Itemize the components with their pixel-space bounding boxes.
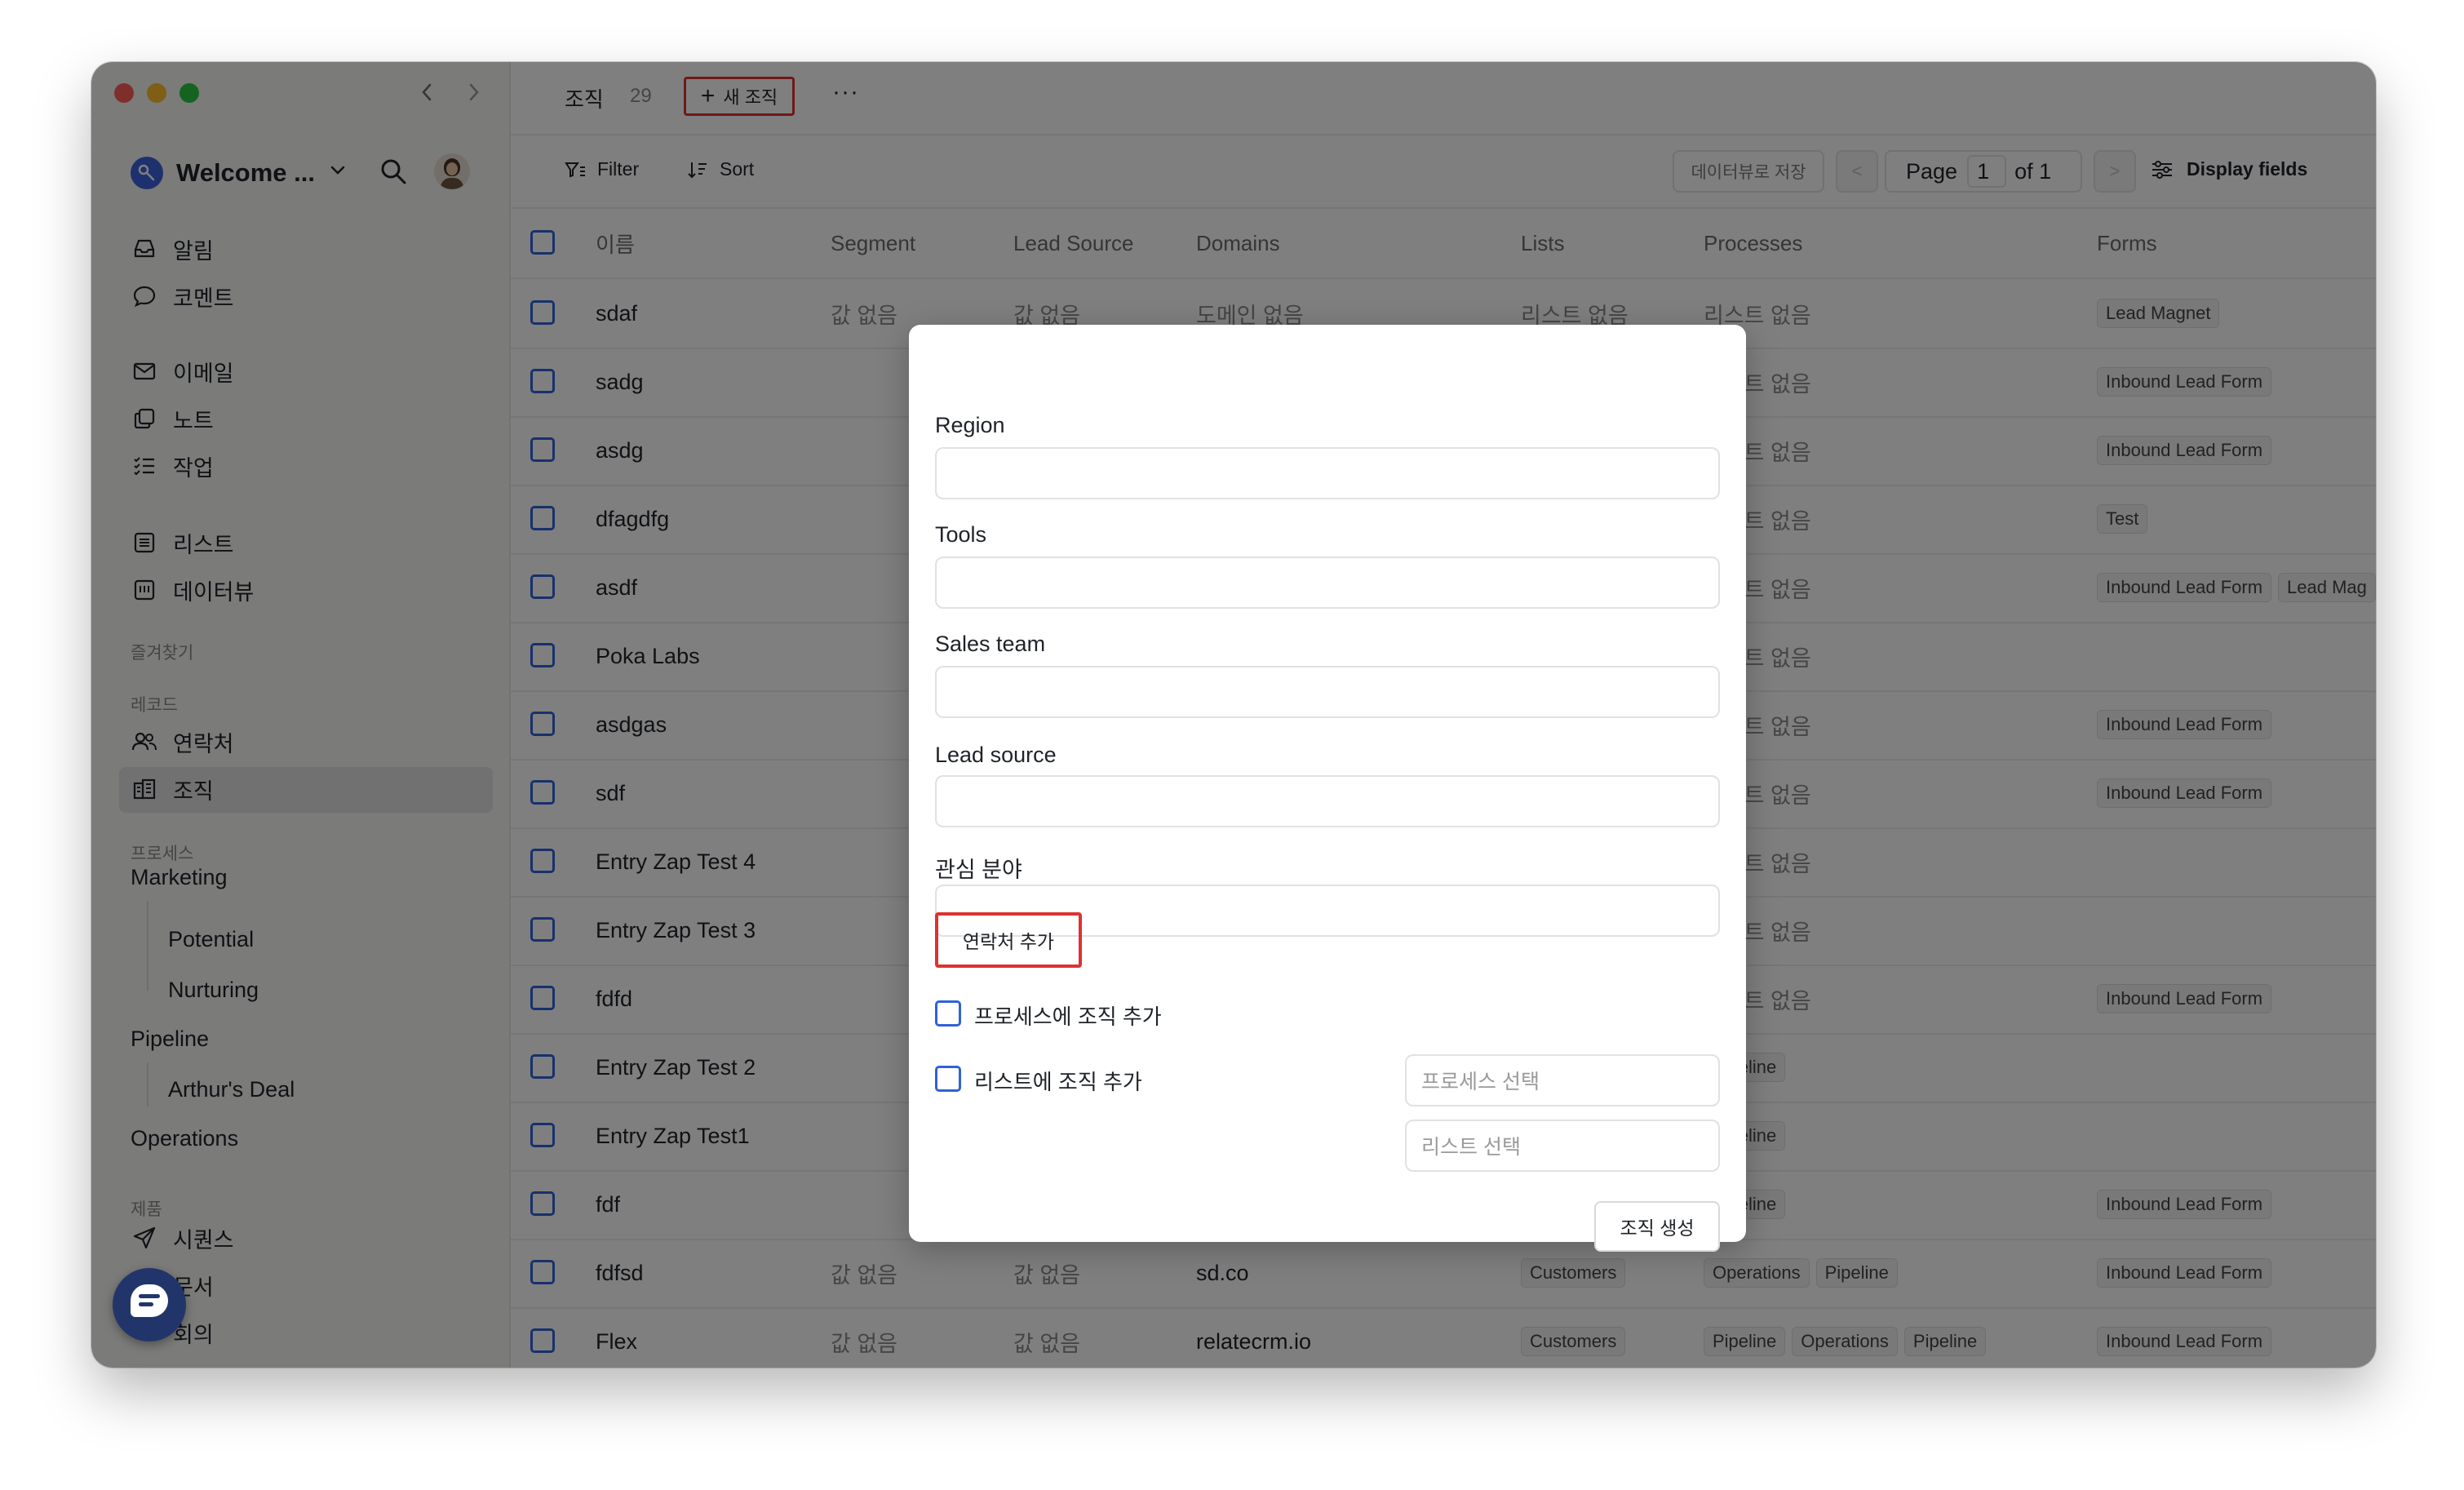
process-select[interactable]: 프로세스 선택 (1405, 1054, 1720, 1106)
lead-source-input[interactable] (935, 775, 1720, 827)
app-window: Welcome ... 알림 코멘트 이메일 (91, 62, 2376, 1368)
region-input[interactable] (935, 447, 1720, 499)
add-contact-button[interactable]: 연락처 추가 (935, 912, 1082, 968)
add-to-process-label: 프로세스에 조직 추가 (974, 1004, 1162, 1029)
tools-input[interactable] (935, 557, 1720, 609)
add-to-process-checkbox[interactable] (935, 1000, 961, 1027)
create-organization-button[interactable]: 조직 생성 (1594, 1201, 1720, 1252)
add-to-list-label: 리스트에 조직 추가 (974, 1070, 1142, 1094)
lead-source-label: Lead source (935, 743, 1057, 767)
list-select[interactable]: 리스트 선택 (1405, 1120, 1720, 1172)
interest-label: 관심 분야 (935, 858, 1022, 882)
create-organization-modal: Region Tools Sales team Lead source 관심 분… (909, 325, 1746, 1252)
sales-team-input[interactable] (935, 666, 1720, 718)
sales-team-label: Sales team (935, 632, 1046, 656)
chat-icon (131, 1284, 168, 1317)
create-organization-label: 조직 생성 (1620, 1217, 1695, 1239)
region-label: Region (935, 413, 1005, 437)
tools-label: Tools (935, 522, 987, 547)
chat-support-button[interactable] (113, 1268, 186, 1341)
add-to-list-checkbox[interactable] (935, 1066, 961, 1092)
